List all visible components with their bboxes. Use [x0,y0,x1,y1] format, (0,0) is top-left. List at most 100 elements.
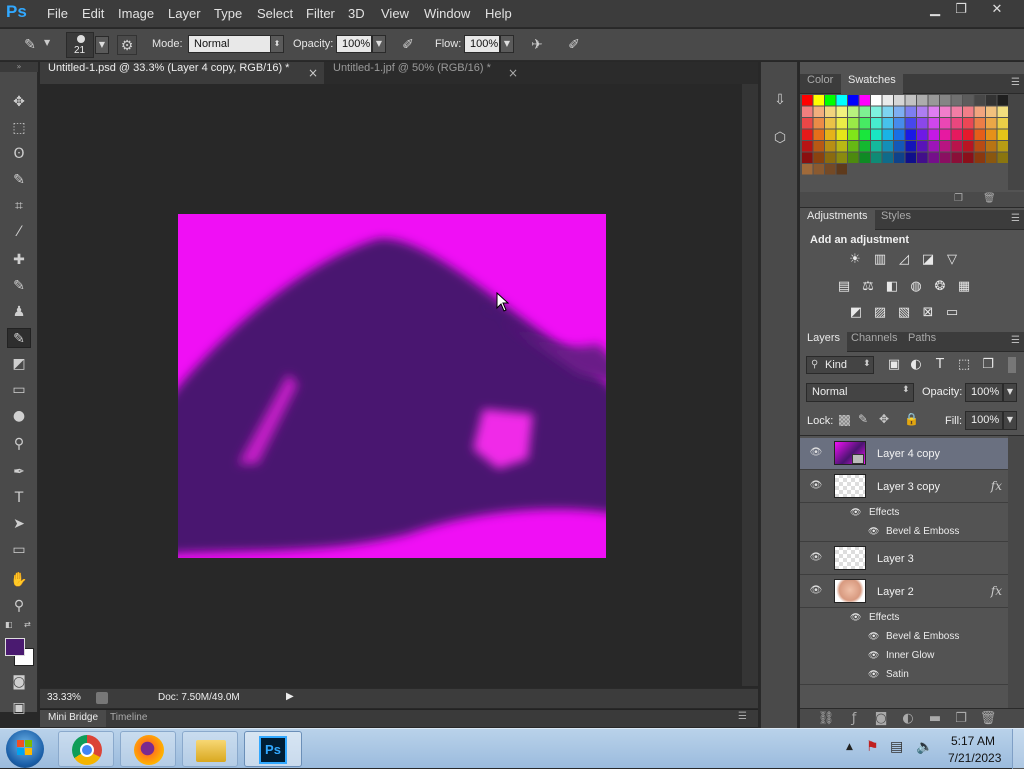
layer-row[interactable]: 👁 Layer 3 copy fx [800,471,1008,503]
network-icon[interactable]: ▤ [890,739,903,755]
tab-adjustments[interactable]: Adjustments [800,210,875,230]
effects-row[interactable]: 👁 Effects [800,609,1008,628]
new-layer-icon[interactable]: ❐ [951,710,971,728]
swatch[interactable] [905,129,917,141]
swatch[interactable] [917,95,928,106]
swatch[interactable] [894,141,905,152]
swatch[interactable] [859,118,871,129]
document-canvas[interactable] [178,214,606,558]
history-brush-preset-icon[interactable]: ✎ [20,35,40,55]
tab-swatches[interactable]: Swatches [841,74,903,94]
swatch[interactable] [882,129,894,141]
swatch[interactable] [825,152,836,164]
levels-icon[interactable]: ▥ [870,251,890,269]
swatch[interactable] [974,95,986,106]
swatch[interactable] [963,106,974,118]
zoom-level[interactable]: 33.33% [47,692,81,703]
brush-panel-icon[interactable]: ⚙ [117,35,137,55]
windows-start-icon[interactable] [6,730,44,768]
exposure-icon[interactable]: ◪ [918,251,938,269]
swatch[interactable] [813,95,825,106]
swap-colors-icon[interactable]: ⇄ [24,620,31,629]
menu-filter[interactable]: Filter [306,6,335,21]
eye-icon[interactable]: 👁 [868,669,879,680]
swatch[interactable] [836,152,848,164]
photo-filter-icon[interactable]: ◍ [906,278,926,296]
swatch[interactable] [986,141,997,152]
filter-shape-icon[interactable]: ⬚ [954,356,974,374]
swatch[interactable] [917,129,928,141]
volume-icon[interactable]: 🔈 [916,739,933,755]
layer-name[interactable]: Layer 3 [877,553,914,565]
swatch[interactable] [894,118,905,129]
link-layers-icon[interactable]: ⛓ [816,710,836,728]
swatch[interactable] [825,141,836,152]
swatch[interactable] [813,106,825,118]
swatch[interactable] [882,141,894,152]
swatch[interactable] [986,118,997,129]
eye-icon[interactable]: 👁 [868,526,879,537]
channel-mixer-icon[interactable]: ❂ [930,278,950,296]
swatch[interactable] [894,106,905,118]
swatch[interactable] [997,118,1009,129]
tab-mini-bridge[interactable]: Mini Bridge [40,710,107,727]
swatch[interactable] [928,152,940,164]
swatch[interactable] [848,141,859,152]
color-lookup-icon[interactable]: ▦ [954,278,974,296]
swatch[interactable] [951,152,963,164]
close-tab-icon[interactable]: × [308,66,318,80]
panel-menu-icon[interactable]: ☰ [1011,213,1020,224]
swatch[interactable] [951,129,963,141]
close-button[interactable]: ✕ [982,0,1012,20]
tab-color[interactable]: Color [800,74,840,94]
lock-transparent-icon[interactable] [839,415,850,426]
effect-row[interactable]: 👁 Satin [800,666,1008,685]
color-balance-icon[interactable]: ⚖ [858,278,878,296]
swatch[interactable] [894,152,905,164]
add-style-icon[interactable]: ƒ [844,710,864,728]
taskbar-file-explorer[interactable] [182,731,238,767]
clock-date[interactable]: 7/21/2023 [948,751,1001,765]
eraser-tool-icon[interactable]: ◩ [9,354,29,374]
close-tab-icon[interactable]: × [508,66,518,80]
swatch[interactable] [997,141,1009,152]
layer-row[interactable]: 👁 Layer 2 fx [800,576,1008,608]
filter-type-icon[interactable]: T [930,356,950,374]
swatch[interactable] [836,95,848,106]
swatch[interactable] [997,129,1009,141]
swatch[interactable] [848,152,859,164]
swatch[interactable] [859,152,871,164]
swatch[interactable] [813,129,825,141]
swatch[interactable] [825,129,836,141]
pressure-opacity-icon[interactable]: ✐ [398,35,418,55]
opacity-input[interactable]: 100% [336,35,372,53]
swatch[interactable] [940,106,951,118]
swatch[interactable] [894,95,905,106]
effects-row[interactable]: 👁 Effects [800,504,1008,523]
swatch[interactable] [825,164,836,175]
posterize-icon[interactable]: ▨ [870,304,890,322]
swatch[interactable] [825,106,836,118]
status-menu-arrow-icon[interactable]: ▶ [286,691,294,702]
swatch[interactable] [802,164,813,175]
tab-styles[interactable]: Styles [874,210,918,230]
swatch[interactable] [905,118,917,129]
layer-opacity-dropdown-icon[interactable]: ▼ [1003,383,1017,402]
effect-row[interactable]: 👁 Inner Glow [800,647,1008,666]
swatch[interactable] [986,152,997,164]
swatch[interactable] [986,129,997,141]
menu-layer[interactable]: Layer [168,6,201,21]
fx-icon[interactable]: fx [991,479,1002,493]
pen-tool-icon[interactable]: ✒ [9,462,29,482]
swatch[interactable] [859,141,871,152]
swatch[interactable] [917,152,928,164]
swatch[interactable] [974,118,986,129]
eyedropper-tool-icon[interactable]: ⁄ [9,222,29,242]
swatch[interactable] [871,95,882,106]
delete-swatch-icon[interactable]: 🗑 [983,193,996,204]
new-swatch-icon[interactable]: ❐ [954,193,963,204]
hand-tool-icon[interactable]: ✋ [9,570,29,590]
swatch[interactable] [882,106,894,118]
fill-dropdown-icon[interactable]: ▼ [1003,411,1017,430]
swatch[interactable] [825,95,836,106]
